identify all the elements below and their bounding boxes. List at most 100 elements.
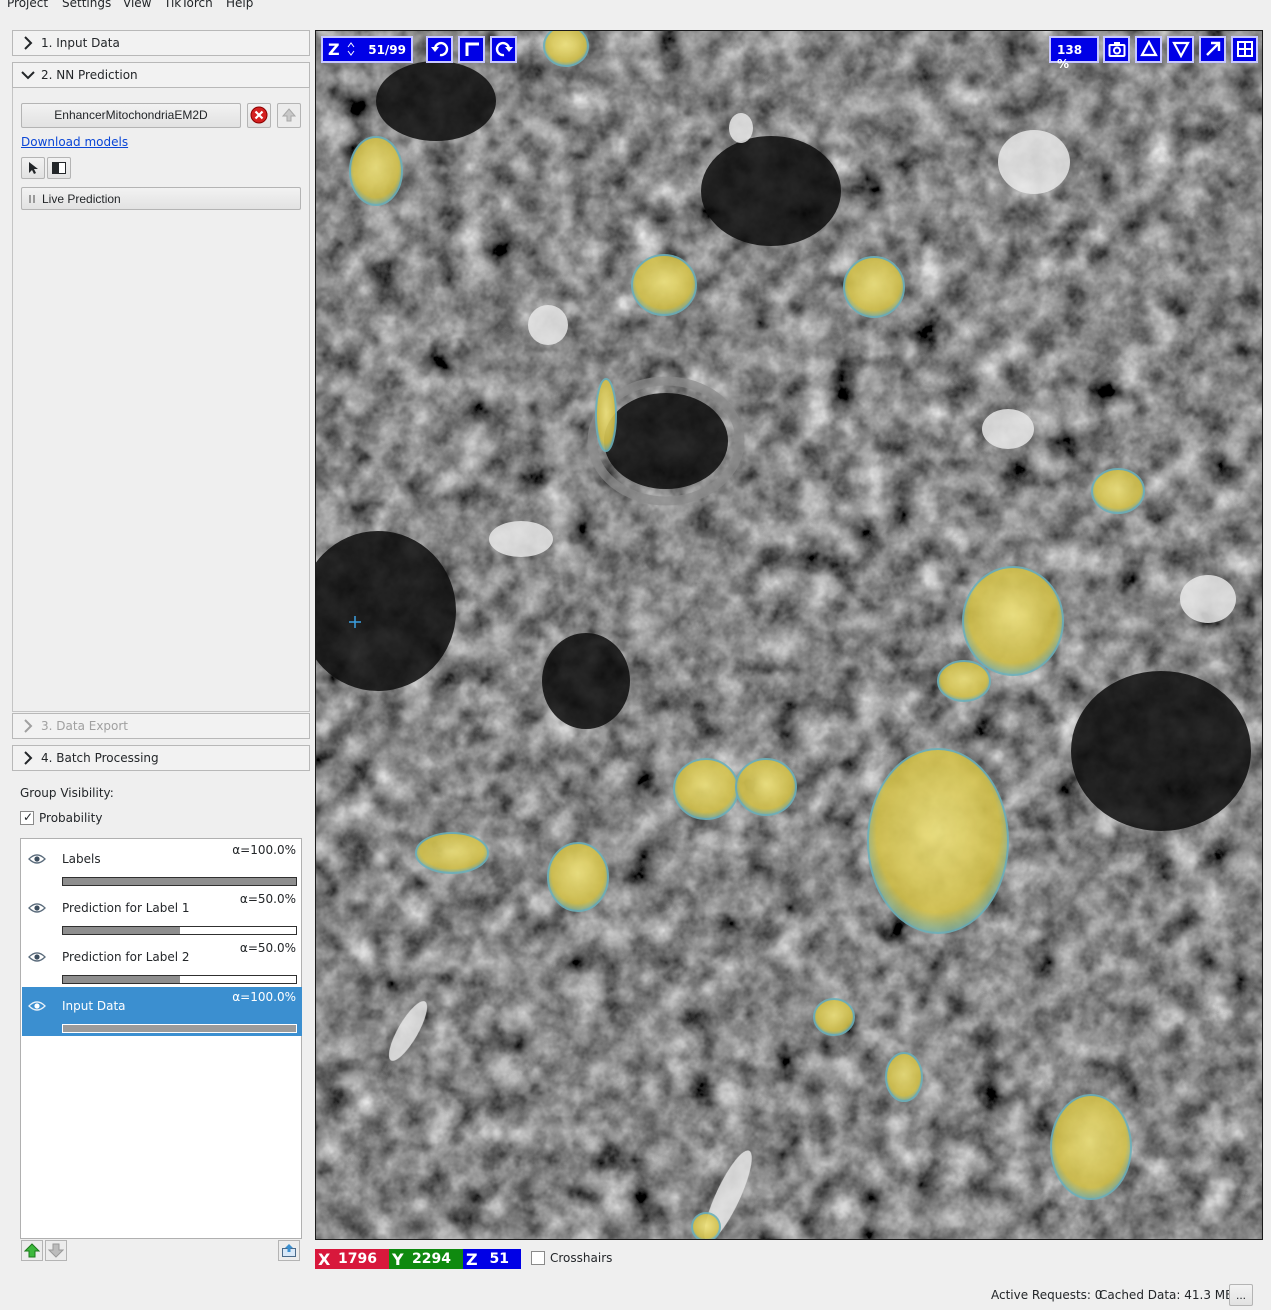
layer-name: Prediction for Label 1: [62, 901, 190, 915]
screenshot-button[interactable]: [1103, 36, 1130, 63]
active-requests-status: Active Requests: 0: [991, 1288, 1103, 1302]
chevron-right-icon: [24, 719, 33, 733]
triangle-up-icon: [1140, 40, 1158, 57]
slice-up-button[interactable]: [1135, 36, 1162, 63]
applet-batch-processing[interactable]: 4. Batch Processing: [12, 745, 310, 771]
arrow-up-icon: [24, 1243, 40, 1258]
applet-label: 1. Input Data: [41, 36, 120, 50]
z-axis-label: Z: [466, 1250, 478, 1269]
applet-nn-prediction[interactable]: 2. NN Prediction: [12, 62, 310, 88]
check-icon: ✓: [23, 810, 34, 824]
y-axis-label: Y: [392, 1250, 404, 1269]
x-axis-label: X: [318, 1250, 331, 1269]
export-layer-button[interactable]: [278, 1240, 300, 1261]
corner-icon: [465, 42, 479, 56]
layer-item[interactable]: Prediction for Label 1 α=50.0%: [22, 889, 302, 938]
applet-label: 2. NN Prediction: [41, 68, 138, 82]
zoom-value: 138 %: [1057, 43, 1083, 71]
arrow-up-icon: [281, 108, 297, 122]
live-prediction-label: Live Prediction: [42, 192, 121, 206]
opacity-slider[interactable]: [62, 1024, 297, 1033]
triangle-down-icon: [1172, 41, 1190, 58]
spin-arrows-icon[interactable]: [347, 42, 355, 56]
layer-list[interactable]: Labels α=100.0% Prediction for Label 1 α…: [20, 838, 302, 1239]
layer-name: Prediction for Label 2: [62, 950, 190, 964]
layer-item[interactable]: Prediction for Label 2 α=50.0%: [22, 938, 302, 987]
image-viewer[interactable]: Z 51/99 138 %: [315, 30, 1263, 1240]
undo-button[interactable]: [426, 36, 453, 63]
layer-item-selected[interactable]: Input Data α=100.0%: [22, 987, 302, 1036]
slice-down-button[interactable]: [1167, 36, 1194, 63]
live-prediction-button[interactable]: Live Prediction: [21, 187, 301, 210]
redo-icon: [495, 41, 513, 57]
axis-label: Z: [328, 40, 340, 59]
opacity-fill: [63, 1025, 296, 1032]
menu-view[interactable]: View: [123, 0, 151, 10]
grid-icon: [1237, 41, 1253, 57]
x-coordinate[interactable]: X 1796: [315, 1249, 389, 1269]
undo-icon: [431, 41, 449, 57]
chevron-right-icon: [24, 751, 33, 765]
remove-model-button[interactable]: [247, 103, 271, 128]
close-icon: [250, 106, 268, 124]
group-visibility-label: Group Visibility:: [20, 786, 114, 800]
opacity-fill: [63, 927, 180, 934]
layer-alpha: α=50.0%: [239, 941, 296, 955]
zoom-level[interactable]: 138 %: [1049, 36, 1099, 71]
applet-label: 4. Batch Processing: [41, 751, 159, 765]
applet-data-export: 3. Data Export: [12, 713, 310, 739]
z-coordinate[interactable]: Z 51: [463, 1249, 521, 1269]
cached-data-status: Cached Data: 41.3 MB: [1099, 1288, 1234, 1302]
layout-grid-button[interactable]: [1231, 36, 1258, 63]
slice-navigator[interactable]: Z 51/99: [321, 36, 413, 63]
opacity-slider[interactable]: [62, 877, 297, 886]
camera-icon: [1108, 42, 1126, 57]
model-button[interactable]: EnhancerMitochondriaEM2D: [21, 103, 241, 128]
menu-help[interactable]: Help: [226, 0, 253, 10]
crosshairs-checkbox[interactable]: [531, 1251, 545, 1265]
chevron-down-icon: [21, 71, 35, 80]
eye-icon[interactable]: [28, 951, 46, 963]
layer-alpha: α=100.0%: [232, 843, 296, 857]
menu-project[interactable]: Project: [7, 0, 48, 10]
brightness-tool-button[interactable]: [47, 157, 71, 179]
nn-prediction-panel: [12, 88, 310, 712]
upload-model-button[interactable]: [277, 103, 301, 128]
y-coordinate[interactable]: Y 2294: [389, 1249, 463, 1269]
maximize-view-button[interactable]: [1199, 36, 1226, 63]
opacity-slider[interactable]: [62, 975, 297, 984]
more-button[interactable]: ...: [1229, 1284, 1253, 1306]
move-layer-down-button[interactable]: [45, 1240, 67, 1261]
opacity-fill: [63, 878, 296, 885]
maximize-arrow-icon: [1206, 41, 1221, 56]
eye-icon[interactable]: [28, 1000, 46, 1012]
move-layer-up-button[interactable]: [21, 1240, 43, 1261]
chevron-right-icon: [24, 36, 33, 50]
layer-name: Labels: [62, 852, 101, 866]
y-value: 2294: [412, 1251, 451, 1267]
reset-view-button[interactable]: [458, 36, 485, 63]
pause-icon: [29, 195, 35, 203]
cursor-icon: [29, 162, 38, 174]
layer-name: Input Data: [62, 999, 126, 1013]
opacity-slider[interactable]: [62, 926, 297, 935]
eye-icon[interactable]: [28, 902, 46, 914]
crosshairs-label: Crosshairs: [550, 1251, 613, 1265]
applet-input-data[interactable]: 1. Input Data: [12, 30, 310, 56]
em-image: [316, 31, 1262, 1239]
export-icon: [282, 1244, 296, 1257]
applet-label: 3. Data Export: [41, 719, 129, 733]
eye-icon[interactable]: [28, 853, 46, 865]
download-models-link[interactable]: Download models: [21, 135, 128, 149]
layer-item[interactable]: Labels α=100.0%: [22, 840, 302, 889]
menu-settings[interactable]: Settings: [62, 0, 111, 10]
slice-position: 51/99: [368, 43, 406, 57]
probability-checkbox[interactable]: ✓: [20, 810, 34, 825]
navigation-tool-button[interactable]: [21, 157, 45, 179]
menu-tiktorch[interactable]: TikTorch: [164, 0, 213, 10]
layer-alpha: α=100.0%: [232, 990, 296, 1004]
opacity-fill: [63, 976, 180, 983]
z-value: 51: [489, 1251, 509, 1267]
probability-label: Probability: [39, 811, 103, 825]
redo-button[interactable]: [490, 36, 517, 63]
